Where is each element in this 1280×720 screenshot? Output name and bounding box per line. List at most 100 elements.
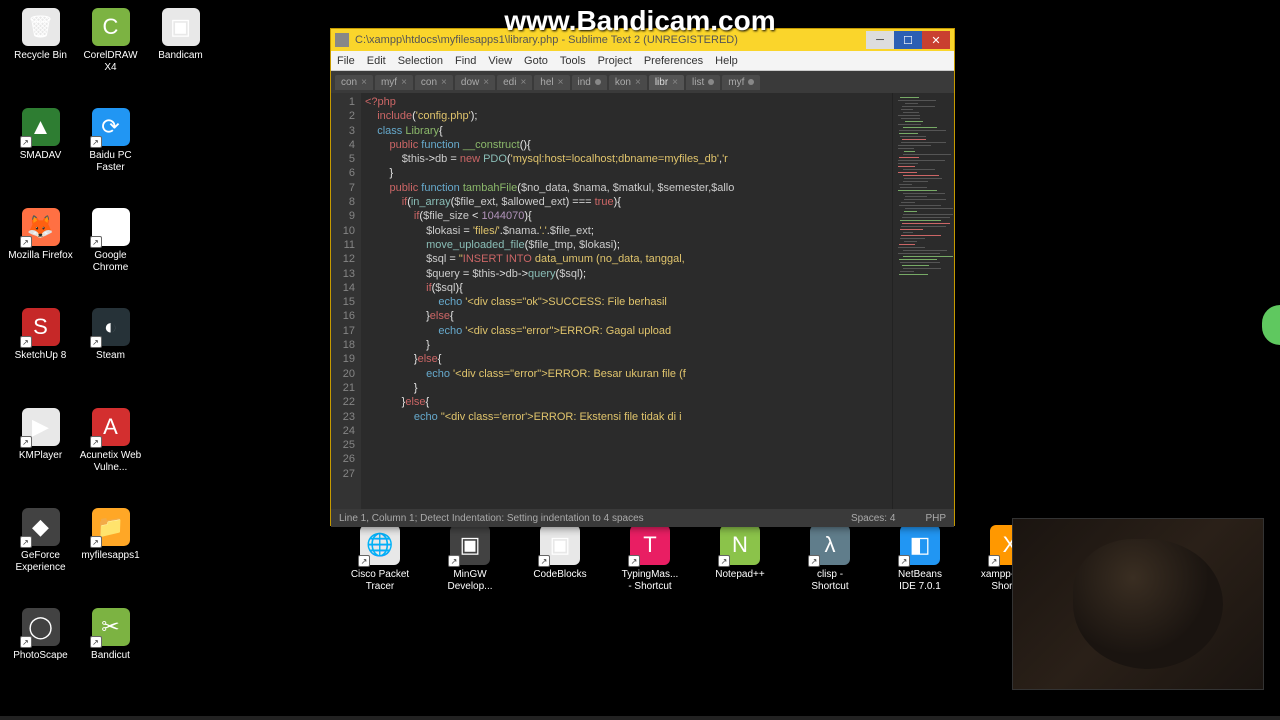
desktop-icon-myfilesapps1[interactable]: 📁↗myfilesapps1 [78, 508, 143, 562]
menu-goto[interactable]: Goto [524, 55, 548, 67]
desktop-icon-netbeans-ide-7-0-1[interactable]: ◧↗NetBeans IDE 7.0.1 [890, 525, 950, 593]
desktop-icon-notepad-[interactable]: N↗Notepad++ [710, 525, 770, 593]
app-icon: ▶ [32, 414, 49, 440]
app-icon: ▣ [460, 532, 481, 558]
desktop-icon-kmplayer[interactable]: ▶↗KMPlayer [8, 408, 73, 462]
tab-libr[interactable]: libr× [649, 75, 684, 90]
tab-myf[interactable]: myf × [375, 75, 413, 90]
desktop-icon-codeblocks[interactable]: ▣↗CodeBlocks [530, 525, 590, 593]
modified-dot-icon [748, 79, 754, 85]
taskbar[interactable] [0, 716, 1280, 720]
desktop-icon-mingw-develop-[interactable]: ▣↗MinGW Develop... [440, 525, 500, 593]
menu-project[interactable]: Project [598, 55, 632, 67]
desktop-icon-google-chrome[interactable]: ◉↗ Google Chrome [78, 208, 143, 274]
tab-ind[interactable]: ind [572, 75, 607, 90]
menu-view[interactable]: View [488, 55, 512, 67]
tab-close-icon[interactable]: × [441, 77, 447, 88]
app-icon: ◉ [101, 214, 120, 240]
tab-con[interactable]: con× [335, 75, 373, 90]
tab-close-icon[interactable]: × [635, 77, 641, 88]
tab-dow[interactable]: dow× [455, 75, 495, 90]
tab-close-icon[interactable]: × [672, 77, 678, 88]
icon-label: Recycle Bin [8, 50, 73, 62]
desktop-icon-typingmas-shortcut[interactable]: T↗TypingMas... - Shortcut [620, 525, 680, 593]
desktop: 🗑 Recycle Bin CCorelDRAW X4▣Bandicam ▲↗SMAD… [0, 0, 1280, 720]
sublime-window: C:\xampp\htdocs\myfilesapps1\library.php… [330, 28, 955, 526]
tab-label: edi [503, 77, 516, 88]
desktop-icon-photoscape[interactable]: ◯↗PhotoScape [8, 608, 73, 662]
icon-label: Mozilla Firefox [8, 250, 73, 262]
app-icon: ◆ [32, 514, 49, 540]
desktop-icon-geforce-experience[interactable]: ◆↗GeForce Experience [8, 508, 73, 574]
menu-help[interactable]: Help [715, 55, 738, 67]
menu-find[interactable]: Find [455, 55, 476, 67]
desktop-icon-mozilla-firefox[interactable]: 🦊↗Mozilla Firefox [8, 208, 73, 262]
tab-label: con [421, 77, 437, 88]
status-spaces[interactable]: Spaces: 4 [851, 513, 895, 524]
tab-myf[interactable]: myf [722, 75, 760, 90]
shortcut-arrow-icon: ↗ [90, 636, 102, 648]
close-button[interactable]: ✕ [922, 31, 950, 49]
shortcut-arrow-icon: ↗ [90, 136, 102, 148]
app-icon: ◐ [104, 314, 117, 340]
icon-label: CodeBlocks [530, 569, 590, 581]
tab-label: myf [381, 77, 397, 88]
icon-label: TypingMas... - Shortcut [620, 569, 680, 593]
tab-close-icon[interactable]: × [401, 77, 407, 88]
tab-close-icon[interactable]: × [361, 77, 367, 88]
shortcut-arrow-icon: ↗ [20, 436, 32, 448]
icon-label: clisp - Shortcut [800, 569, 860, 593]
code-area[interactable]: <?php include('config.php'); class Libra… [361, 93, 892, 509]
minimize-button[interactable]: ─ [866, 31, 894, 49]
app-icon: ▣ [170, 14, 191, 40]
shortcut-arrow-icon: ↗ [20, 636, 32, 648]
icon-label: PhotoScape [8, 650, 73, 662]
shortcut-arrow-icon: ↗ [898, 555, 910, 567]
desktop-icon-acunetix-web-vulne-[interactable]: A↗Acunetix Web Vulne... [78, 408, 143, 474]
tab-close-icon[interactable]: × [558, 77, 564, 88]
app-icon: ▲ [30, 114, 52, 140]
tab-edi[interactable]: edi × [497, 75, 532, 90]
app-icon: ◧ [910, 532, 931, 558]
app-icon: T [643, 532, 656, 558]
minimap[interactable] [892, 93, 954, 509]
desktop-icon-coreldraw-x4[interactable]: CCorelDRAW X4 [78, 8, 143, 74]
app-icon: λ [825, 532, 836, 558]
icon-label: Notepad++ [710, 569, 770, 581]
desktop-icon-clisp-shortcut[interactable]: λ↗clisp - Shortcut [800, 525, 860, 593]
desktop-icon-steam[interactable]: ◐↗Steam [78, 308, 143, 362]
app-icon: 🗑 [27, 14, 55, 40]
side-indicator [1262, 305, 1280, 345]
menu-file[interactable]: File [337, 55, 355, 67]
app-icon: 🌐 [366, 532, 393, 558]
app-icon: N [732, 532, 748, 558]
shortcut-arrow-icon: ↗ [90, 236, 102, 248]
tab-list[interactable]: list [686, 75, 720, 90]
desktop-icon-cisco-packet-tracer[interactable]: 🌐↗Cisco Packet Tracer [350, 525, 410, 593]
tab-con[interactable]: con × [415, 75, 453, 90]
maximize-button[interactable]: ☐ [894, 31, 922, 49]
status-left: Line 1, Column 1; Detect Indentation: Se… [339, 513, 644, 524]
tab-hel[interactable]: hel× [534, 75, 569, 90]
app-icon [335, 33, 349, 47]
icon-label: Cisco Packet Tracer [350, 569, 410, 593]
tabbar: con×myf×con×dow×edi×hel×indkon×libr×list… [331, 71, 954, 93]
tab-close-icon[interactable]: × [483, 77, 489, 88]
desktop-icon-baidu-pc-faster[interactable]: ⟳↗Baidu PC Faster [78, 108, 143, 174]
icon-label: MinGW Develop... [440, 569, 500, 593]
app-icon: ⟳ [101, 114, 119, 140]
tab-kon[interactable]: kon× [609, 75, 647, 90]
desktop-icon-bandicut[interactable]: ✂↗Bandicut [78, 608, 143, 662]
icon-label: Google Chrome [78, 250, 143, 274]
desktop-icon-smadav[interactable]: ▲↗SMADAV [8, 108, 73, 162]
status-lang[interactable]: PHP [925, 513, 946, 524]
menu-edit[interactable]: Edit [367, 55, 386, 67]
tab-close-icon[interactable]: × [520, 77, 526, 88]
menu-selection[interactable]: Selection [398, 55, 443, 67]
menu-preferences[interactable]: Preferences [644, 55, 703, 67]
menu-tools[interactable]: Tools [560, 55, 586, 67]
desktop-icon-recycle-bin[interactable]: 🗑 Recycle Bin [8, 8, 73, 62]
desktop-icon-sketchup-8[interactable]: S↗SketchUp 8 [8, 308, 73, 362]
shortcut-arrow-icon: ↗ [538, 555, 550, 567]
desktop-icon-bandicam[interactable]: ▣Bandicam [148, 8, 213, 62]
